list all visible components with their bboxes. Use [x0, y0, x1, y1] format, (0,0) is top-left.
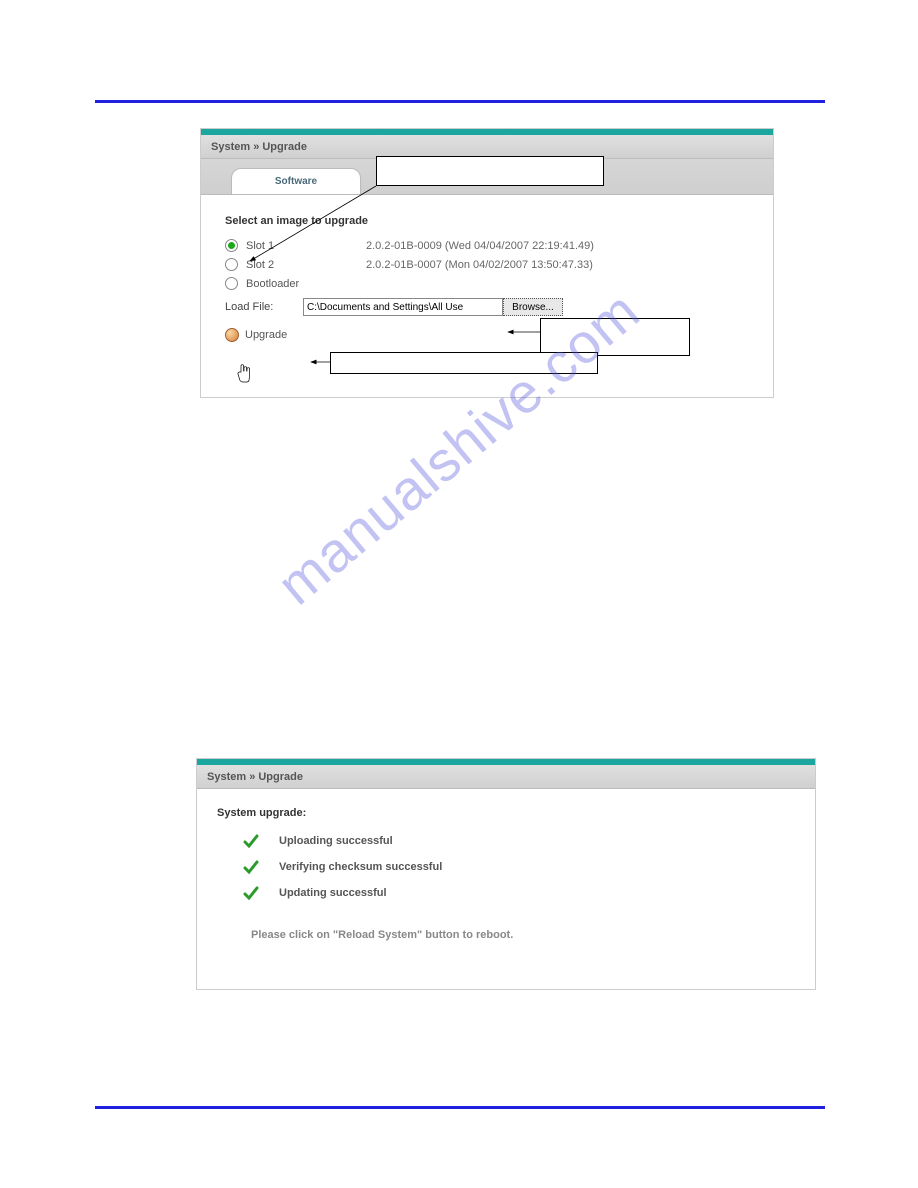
- callout-box-bottom: [330, 352, 598, 374]
- select-image-heading: Select an image to upgrade: [225, 215, 755, 227]
- panel2-body: System upgrade: Uploading successful Ver…: [197, 789, 815, 941]
- tab-software[interactable]: Software: [231, 168, 361, 194]
- status-row-verifying: Verifying checksum successful: [243, 859, 803, 875]
- callout-box-right: [540, 318, 690, 356]
- upgrade-status-panel: System » Upgrade System upgrade: Uploadi…: [196, 758, 816, 990]
- status-verifying-text: Verifying checksum successful: [279, 861, 442, 873]
- loadfile-input[interactable]: [303, 298, 503, 316]
- status-uploading-text: Uploading successful: [279, 835, 393, 847]
- check-icon: [243, 859, 259, 875]
- radio-bootloader[interactable]: [225, 277, 238, 290]
- callout-box-top: [376, 156, 604, 186]
- upgrade-button-label[interactable]: Upgrade: [245, 329, 287, 341]
- slot1-version: 2.0.2-01B-0009 (Wed 04/04/2007 22:19:41.…: [366, 240, 594, 252]
- radio-slot1[interactable]: [225, 239, 238, 252]
- loadfile-label: Load File:: [225, 301, 303, 313]
- slot2-label: Slot 2: [246, 259, 366, 271]
- system-upgrade-heading: System upgrade:: [217, 807, 803, 819]
- check-icon: [243, 885, 259, 901]
- bootloader-label: Bootloader: [246, 278, 366, 290]
- radio-row-slot2: Slot 2 2.0.2-01B-0007 (Mon 04/02/2007 13…: [225, 258, 755, 271]
- slot1-label: Slot 1: [246, 240, 366, 252]
- browse-button[interactable]: Browse...: [503, 298, 563, 316]
- status-row-updating: Updating successful: [243, 885, 803, 901]
- radio-row-slot1: Slot 1 2.0.2-01B-0009 (Wed 04/04/2007 22…: [225, 239, 755, 252]
- page-bottom-rule: [95, 1106, 825, 1109]
- loadfile-row: Load File: Browse...: [225, 298, 755, 316]
- reboot-message: Please click on "Reload System" button t…: [251, 929, 803, 941]
- upgrade-button-icon[interactable]: [225, 328, 239, 342]
- page-top-rule: [95, 100, 825, 103]
- status-row-uploading: Uploading successful: [243, 833, 803, 849]
- status-updating-text: Updating successful: [279, 887, 387, 899]
- radio-row-bootloader: Bootloader: [225, 277, 755, 290]
- check-icon: [243, 833, 259, 849]
- radio-slot2[interactable]: [225, 258, 238, 271]
- hand-cursor-icon: [236, 362, 254, 384]
- slot2-version: 2.0.2-01B-0007 (Mon 04/02/2007 13:50:47.…: [366, 259, 593, 271]
- breadcrumb-2: System » Upgrade: [197, 765, 815, 789]
